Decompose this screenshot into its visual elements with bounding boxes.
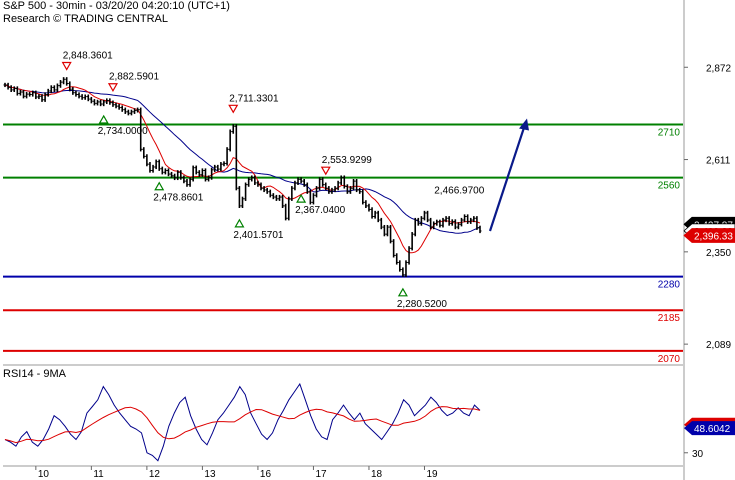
swing-high-marker xyxy=(107,83,118,92)
swing-low-marker xyxy=(98,114,109,124)
swing-low-label: 2,367.0400 xyxy=(295,205,345,216)
y-tick-label: 2,089 xyxy=(706,340,731,351)
swing-low-label: 2,478.8601 xyxy=(153,193,203,204)
x-tick-label: 19 xyxy=(426,469,438,480)
x-tick-label: 18 xyxy=(371,469,383,480)
ma-fast-line xyxy=(4,84,481,254)
y-tick-label: 2,350 xyxy=(706,248,731,259)
price-tag-label: 2,396.33 xyxy=(694,231,733,242)
swing-high-label: 2,711.3301 xyxy=(229,93,279,104)
swing-high-label: 2,848.3601 xyxy=(63,51,113,62)
x-tick-label: 16 xyxy=(260,469,272,480)
swing-high-label: 2,882.5901 xyxy=(109,72,159,83)
x-tick-label: 17 xyxy=(315,469,327,480)
rsi-y-tick-label: 30 xyxy=(692,449,704,460)
swing-high-marker xyxy=(228,104,239,114)
swing-low-marker xyxy=(234,218,245,228)
ma-slow-line xyxy=(4,84,481,234)
y-tick-label: 2,872 xyxy=(706,63,731,74)
swing-low-marker xyxy=(397,287,408,297)
x-tick-label: 12 xyxy=(149,469,161,480)
level-label-2560: 2560 xyxy=(658,181,681,192)
x-tick-label: 11 xyxy=(93,469,104,480)
level-label-2185: 2185 xyxy=(658,313,681,324)
rsi-panel xyxy=(4,382,481,462)
swing-high-marker xyxy=(320,166,331,176)
level-label-2280: 2280 xyxy=(658,280,681,291)
swing-low-label: 2,280.5200 xyxy=(397,299,447,310)
swing-low-marker xyxy=(154,181,165,191)
y-tick-label: 2,611 xyxy=(706,156,731,167)
price-panel: 2710 2560 2280 2185 2070 2,848.3601 2,882.5901… xyxy=(3,51,683,365)
x-tick-label: 10 xyxy=(38,469,50,480)
chart-canvas: 2710 2560 2280 2185 2070 2,848.3601 2,882.5901… xyxy=(3,0,735,480)
chart-title: S&P 500 - 30min - 03/20/20 04:20:10 (UTC… xyxy=(3,0,230,12)
swing-low-label: 2,401.5701 xyxy=(233,230,283,241)
swing-low-label: 2,734.0000 xyxy=(98,126,148,137)
rsi-title: RSI14 - 9MA xyxy=(3,368,66,380)
rsi-ma-line xyxy=(4,406,481,444)
price-label: 2,466.9700 xyxy=(434,185,484,196)
x-tick-label: 13 xyxy=(204,469,216,480)
swing-high-label: 2,553.9299 xyxy=(322,155,372,166)
level-label-2710: 2710 xyxy=(658,128,681,139)
swing-high-marker xyxy=(61,61,72,71)
level-label-2070: 2070 xyxy=(658,354,681,365)
chart-subtitle: Research © TRADING CENTRAL xyxy=(3,13,168,25)
rsi-tag-label: 48.6042 xyxy=(694,424,731,435)
